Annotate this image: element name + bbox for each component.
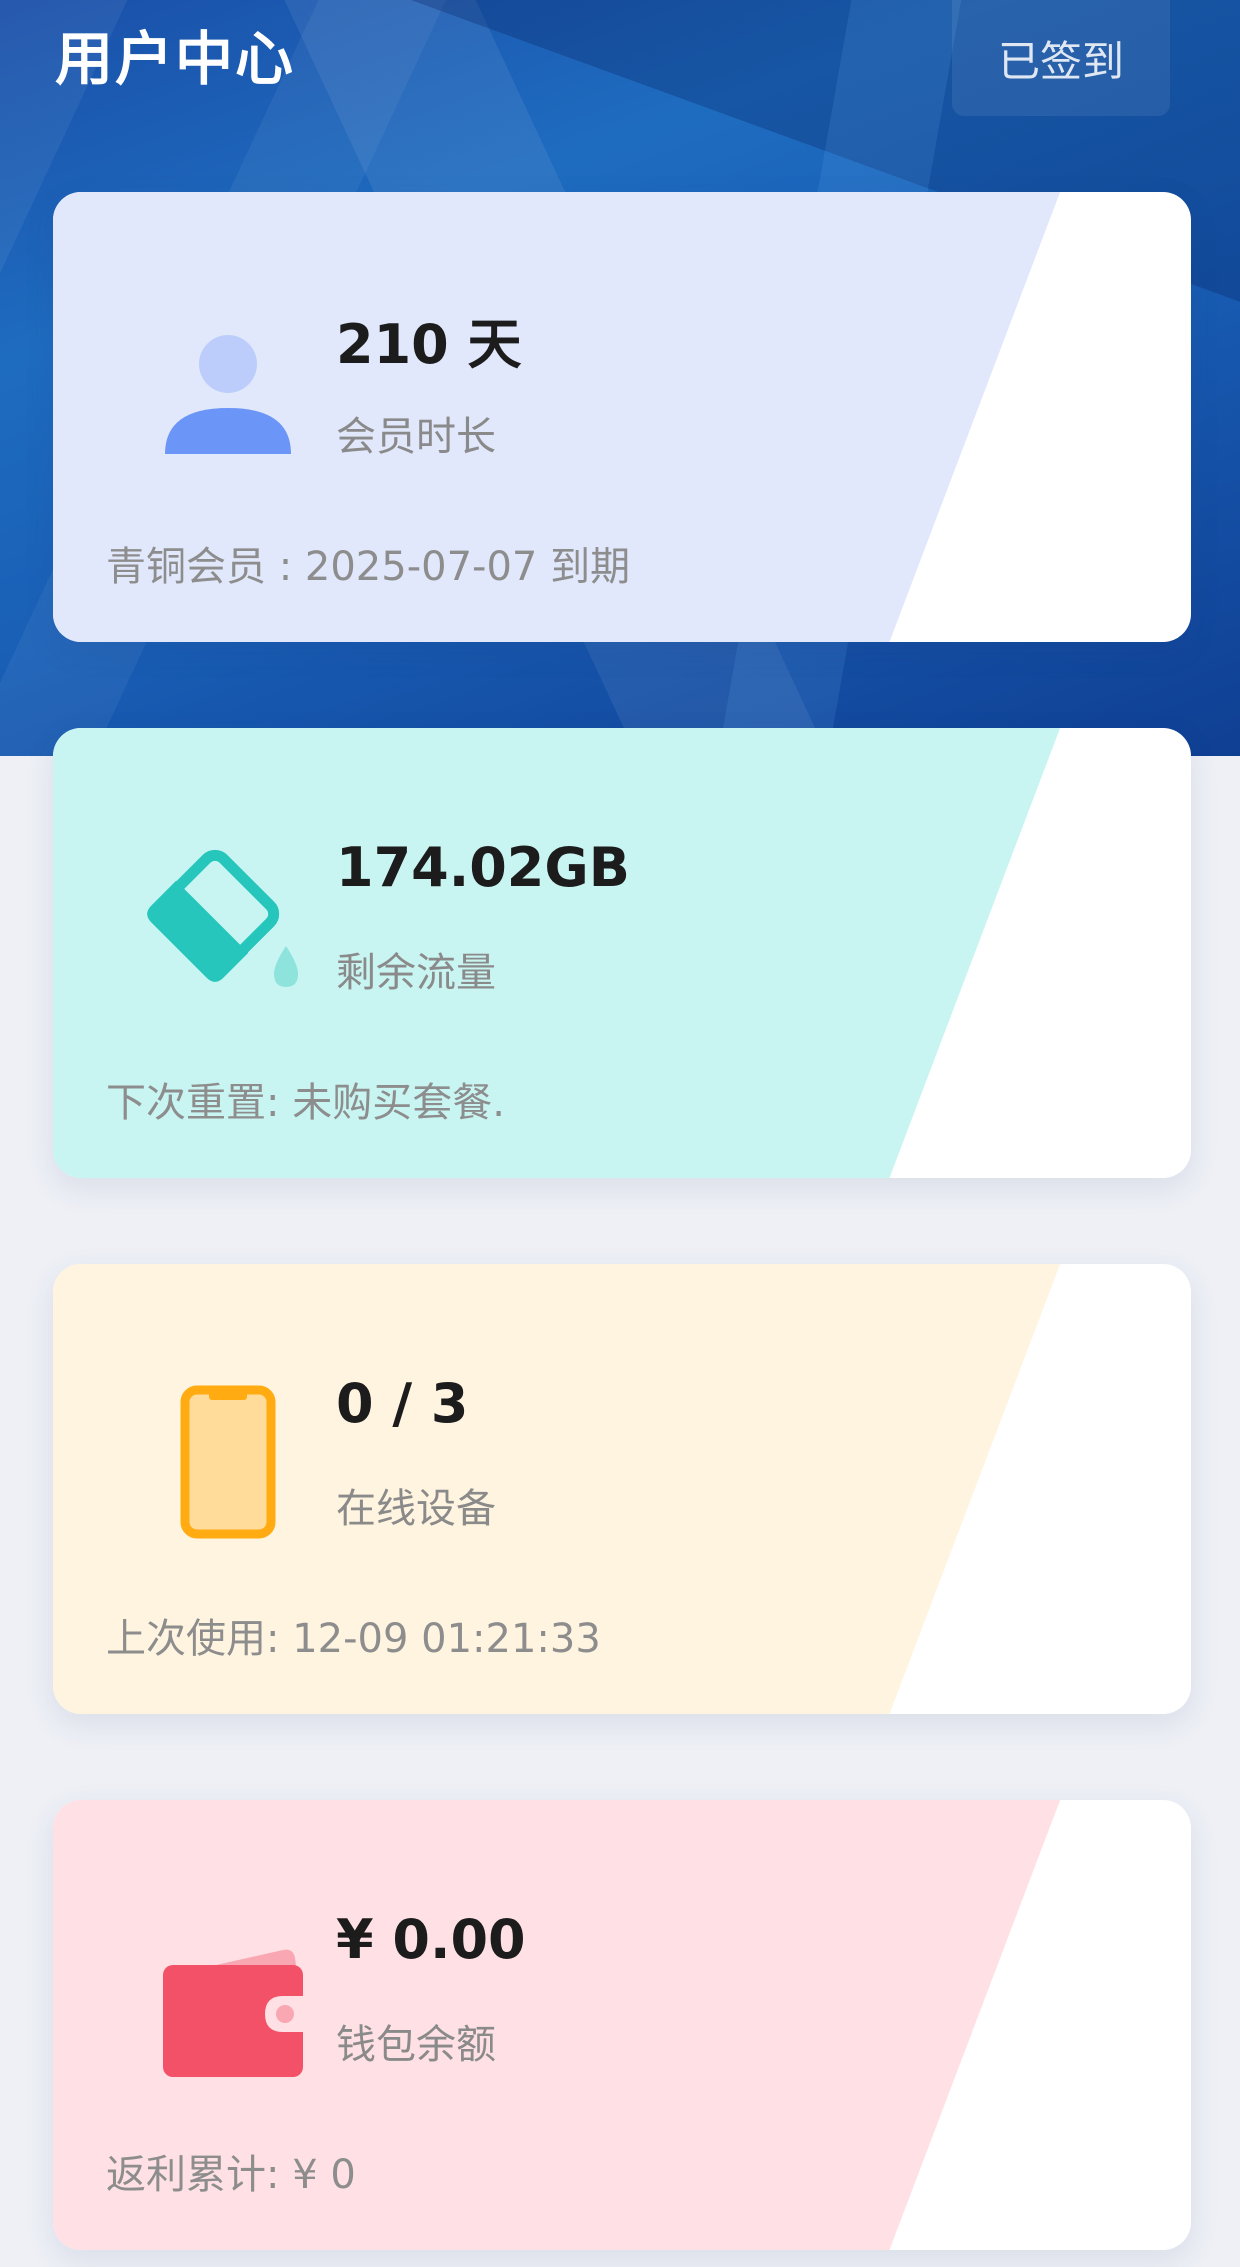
traffic-reset-text: 下次重置: 未购买套餐.: [106, 1080, 505, 1126]
phone-icon: [143, 1374, 313, 1544]
traffic-remaining-label: 剩余流量: [336, 950, 496, 996]
page-title: 用户中心: [55, 25, 296, 93]
last-used-text: 上次使用: 12-09 01:21:33: [106, 1616, 601, 1662]
membership-expiry-text: 青铜会员 : 2025-07-07 到期: [106, 544, 631, 590]
wallet-balance-label: 钱包余额: [336, 2022, 496, 2068]
traffic-remaining-value: 174.02GB: [336, 836, 630, 899]
water-bucket-icon: [143, 838, 313, 1008]
devices-card[interactable]: 0 / 3 在线设备 上次使用: 12-09 01:21:33: [53, 1264, 1191, 1714]
user-icon: [143, 302, 313, 472]
membership-days-value: 210 天: [336, 313, 522, 376]
membership-days-label: 会员时长: [336, 414, 496, 460]
online-devices-value: 0 / 3: [336, 1372, 469, 1435]
wallet-card[interactable]: ¥ 0.00 钱包余额 返利累计: ¥ 0: [53, 1800, 1191, 2250]
traffic-card[interactable]: 174.02GB 剩余流量 下次重置: 未购买套餐.: [53, 728, 1191, 1178]
wallet-balance-value: ¥ 0.00: [336, 1908, 526, 1971]
rebate-total-text: 返利累计: ¥ 0: [106, 2152, 356, 2198]
membership-card[interactable]: 210 天 会员时长 青铜会员 : 2025-07-07 到期: [53, 192, 1191, 642]
wallet-icon: [143, 1910, 313, 2080]
checkin-button[interactable]: 已签到: [952, 0, 1170, 116]
online-devices-label: 在线设备: [336, 1486, 496, 1532]
